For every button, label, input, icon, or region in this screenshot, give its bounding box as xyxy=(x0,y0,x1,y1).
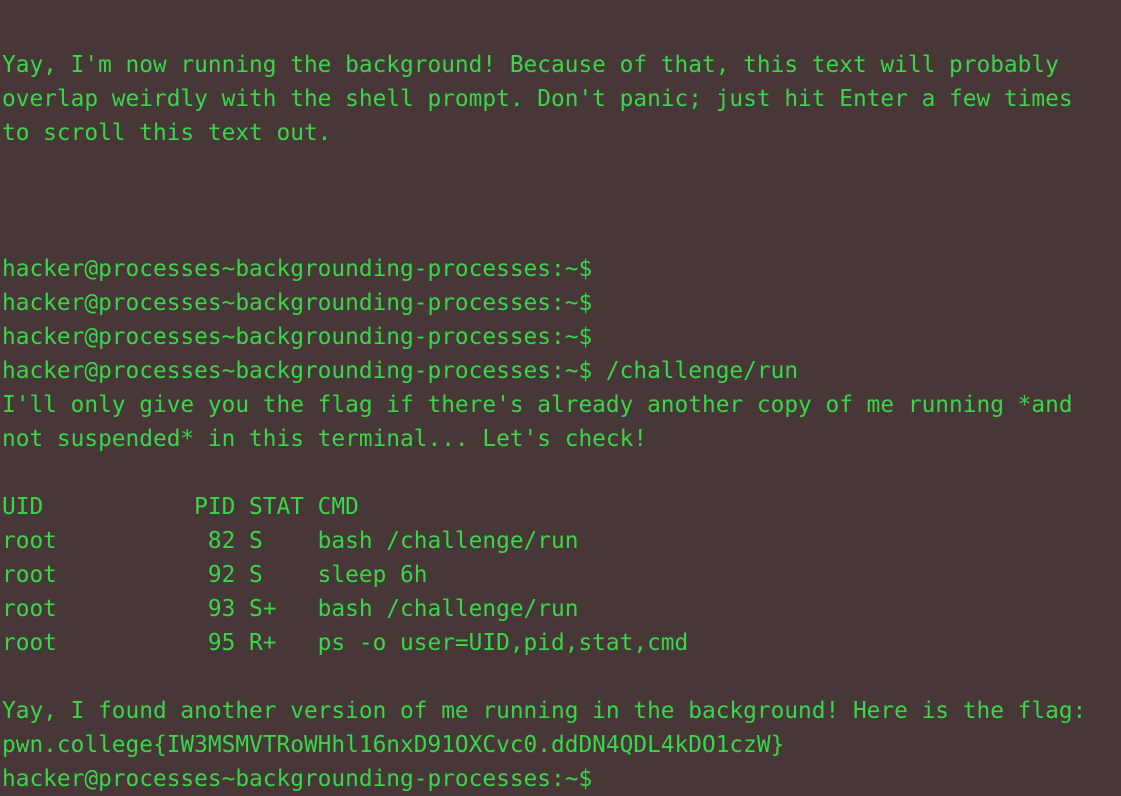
active-shell-prompt[interactable]: hacker@processes~backgrounding-processes… xyxy=(2,762,592,796)
terminal-window[interactable]: Yay, I'm now running the background! Bec… xyxy=(0,0,1121,796)
shell-prompt: hacker@processes~backgrounding-processes… xyxy=(2,290,593,316)
terminal-line: I'll only give you the flag if there's a… xyxy=(2,392,1073,418)
terminal-line: not suspended* in this terminal... Let's… xyxy=(2,426,648,452)
shell-prompt: hacker@processes~backgrounding-processes… xyxy=(2,256,593,282)
flag-output: pwn.college{IW3MSMVTRoWHhl16nxD91OXCvc0.… xyxy=(2,732,785,758)
terminal-line: to scroll this text out. xyxy=(2,120,332,146)
process-row: root 93 S+ bash /challenge/run xyxy=(2,596,579,622)
process-table-header: UID PID STAT CMD xyxy=(2,494,359,520)
process-row: root 92 S sleep 6h xyxy=(2,562,428,588)
command-line: hacker@processes~backgrounding-processes… xyxy=(2,358,799,384)
process-row: root 95 R+ ps -o user=UID,pid,stat,cmd xyxy=(2,630,689,656)
process-row: root 82 S bash /challenge/run xyxy=(2,528,579,554)
terminal-line: Yay, I'm now running the background! Bec… xyxy=(2,52,1059,78)
terminal-line: overlap weirdly with the shell prompt. D… xyxy=(2,86,1073,112)
terminal-line: Yay, I found another version of me runni… xyxy=(2,698,1087,724)
shell-prompt: hacker@processes~backgrounding-processes… xyxy=(2,324,593,350)
